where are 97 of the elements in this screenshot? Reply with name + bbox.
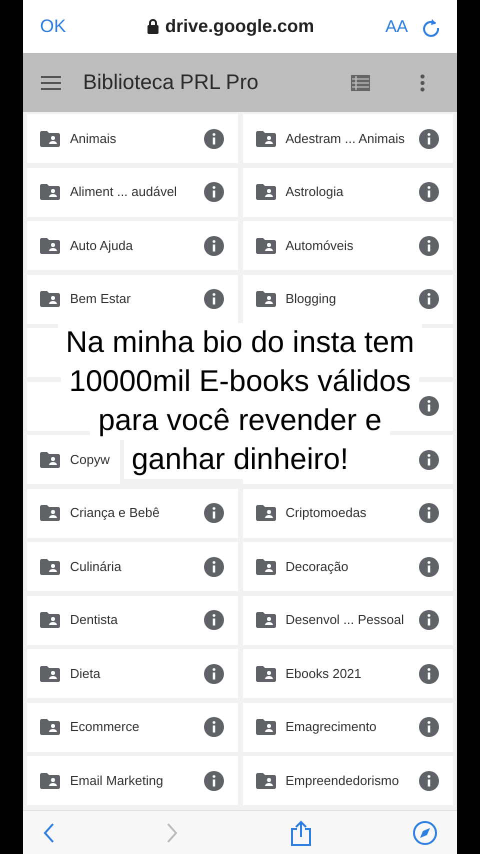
info-icon[interactable] — [419, 664, 439, 684]
shared-folder-icon — [256, 772, 276, 788]
folder-card[interactable]: Culinária — [27, 542, 238, 591]
shared-folder-icon — [256, 666, 276, 682]
folder-name: Dieta — [70, 664, 100, 683]
folder-name: Ebooks 2021 — [286, 664, 362, 683]
shared-folder-icon — [256, 505, 276, 521]
shared-folder-icon — [40, 666, 60, 682]
info-icon[interactable] — [419, 236, 439, 256]
shared-folder-icon — [256, 130, 276, 146]
folder-name: Adestram ... Animais — [286, 130, 405, 148]
shared-folder-icon — [256, 238, 276, 254]
shared-folder-icon — [256, 291, 276, 307]
folder-card[interactable]: Criança e Bebê — [27, 488, 238, 538]
info-icon[interactable] — [419, 610, 439, 630]
info-icon[interactable] — [204, 236, 224, 256]
compass-icon[interactable] — [412, 820, 437, 844]
info-icon[interactable] — [419, 289, 439, 309]
list-view-icon[interactable] — [351, 74, 370, 90]
folder-name: Ecommerce — [70, 718, 140, 736]
info-icon[interactable] — [419, 128, 439, 148]
folder-card[interactable]: Blogging — [242, 274, 453, 324]
folder-name: Bem Estar — [70, 290, 131, 308]
folder-name: Auto Ajuda — [70, 236, 133, 255]
folder-name: Criança e Bebê — [70, 504, 160, 522]
reload-icon[interactable] — [422, 16, 440, 36]
folder-card[interactable]: Dentista — [27, 596, 238, 644]
shared-folder-icon — [256, 558, 276, 574]
folder-name: Empreendedorismo — [286, 772, 399, 790]
folder-name: Criptomoedas — [286, 504, 366, 522]
folder-card[interactable]: Ebooks 2021 — [242, 649, 453, 698]
shared-folder-icon — [40, 184, 60, 200]
info-icon[interactable] — [419, 770, 439, 790]
info-icon[interactable] — [204, 556, 224, 576]
shared-folder-icon — [256, 184, 276, 200]
folder-card[interactable]: Emagrecimento — [242, 702, 453, 752]
info-icon[interactable] — [419, 182, 439, 202]
folder-card[interactable]: Desenvol ... Pessoal — [242, 596, 453, 644]
shared-folder-icon — [40, 130, 60, 146]
info-icon[interactable] — [204, 128, 224, 148]
done-button[interactable]: OK — [40, 13, 66, 40]
shared-folder-icon — [40, 291, 60, 307]
folder-card[interactable]: Ecommerce — [27, 702, 238, 752]
info-icon[interactable] — [419, 556, 439, 576]
folder-card[interactable]: Criptomoedas — [242, 488, 453, 538]
folder-card[interactable]: Automóveis — [242, 221, 453, 270]
info-icon[interactable] — [419, 450, 439, 470]
more-icon[interactable] — [420, 74, 425, 92]
folder-name: Desenvol ... Pessoal — [286, 611, 404, 630]
info-icon[interactable] — [204, 182, 224, 202]
info-icon[interactable] — [204, 717, 224, 737]
lock-icon — [147, 19, 160, 34]
folder-card[interactable]: Aliment ... audável — [27, 168, 238, 216]
folder-card[interactable]: Email Marketing — [27, 756, 238, 805]
folder-name: Dentista — [70, 611, 118, 630]
folder-card[interactable]: Adestram ... Animais — [242, 114, 453, 163]
folder-title: Biblioteca PRL Pro — [83, 70, 260, 96]
folder-name: Blogging — [286, 290, 336, 308]
folder-card[interactable]: Bem Estar — [27, 274, 238, 324]
folder-name: Copyw — [70, 450, 110, 469]
shared-folder-icon — [40, 719, 60, 735]
shared-folder-icon — [40, 772, 60, 788]
info-icon[interactable] — [204, 664, 224, 684]
folder-card[interactable]: Animais — [27, 114, 238, 163]
folder-name: Animais — [70, 130, 116, 148]
folder-card[interactable]: Astrologia — [242, 168, 453, 216]
shared-folder-icon — [40, 452, 60, 468]
info-icon[interactable] — [204, 503, 224, 523]
folder-name: Decoração — [286, 558, 348, 576]
shared-folder-icon — [40, 558, 60, 574]
back-icon[interactable] — [43, 822, 55, 842]
text-size-button[interactable]: AA — [385, 14, 408, 40]
shared-folder-icon — [40, 505, 60, 521]
info-icon[interactable] — [204, 289, 224, 309]
url-text[interactable]: drive.google.com — [165, 13, 314, 40]
folder-name: Aliment ... audável — [70, 183, 177, 202]
folder-card[interactable]: Empreendedorismo — [242, 756, 453, 805]
folder-name: Culinária — [70, 558, 122, 576]
folder-name: Automóveis — [286, 236, 354, 255]
shared-folder-icon — [256, 612, 276, 628]
folder-card[interactable]: Copyw — [27, 435, 120, 484]
menu-icon[interactable] — [41, 76, 61, 90]
info-icon[interactable] — [419, 503, 439, 523]
folder-name: Astrologia — [286, 183, 344, 202]
folder-name: Email Marketing — [70, 772, 164, 790]
folder-card[interactable]: Auto Ajuda — [27, 221, 238, 270]
info-icon[interactable] — [204, 610, 224, 630]
share-icon[interactable] — [290, 820, 312, 846]
folder-card[interactable]: Decoração — [242, 542, 453, 591]
shared-folder-icon — [40, 612, 60, 628]
shared-folder-icon — [40, 238, 60, 254]
shared-folder-icon — [256, 719, 276, 735]
info-icon[interactable] — [204, 770, 224, 790]
folder-name: Emagrecimento — [286, 718, 377, 736]
folder-card[interactable]: Dieta — [27, 649, 238, 698]
info-icon[interactable] — [419, 396, 439, 416]
info-icon[interactable] — [419, 717, 439, 737]
